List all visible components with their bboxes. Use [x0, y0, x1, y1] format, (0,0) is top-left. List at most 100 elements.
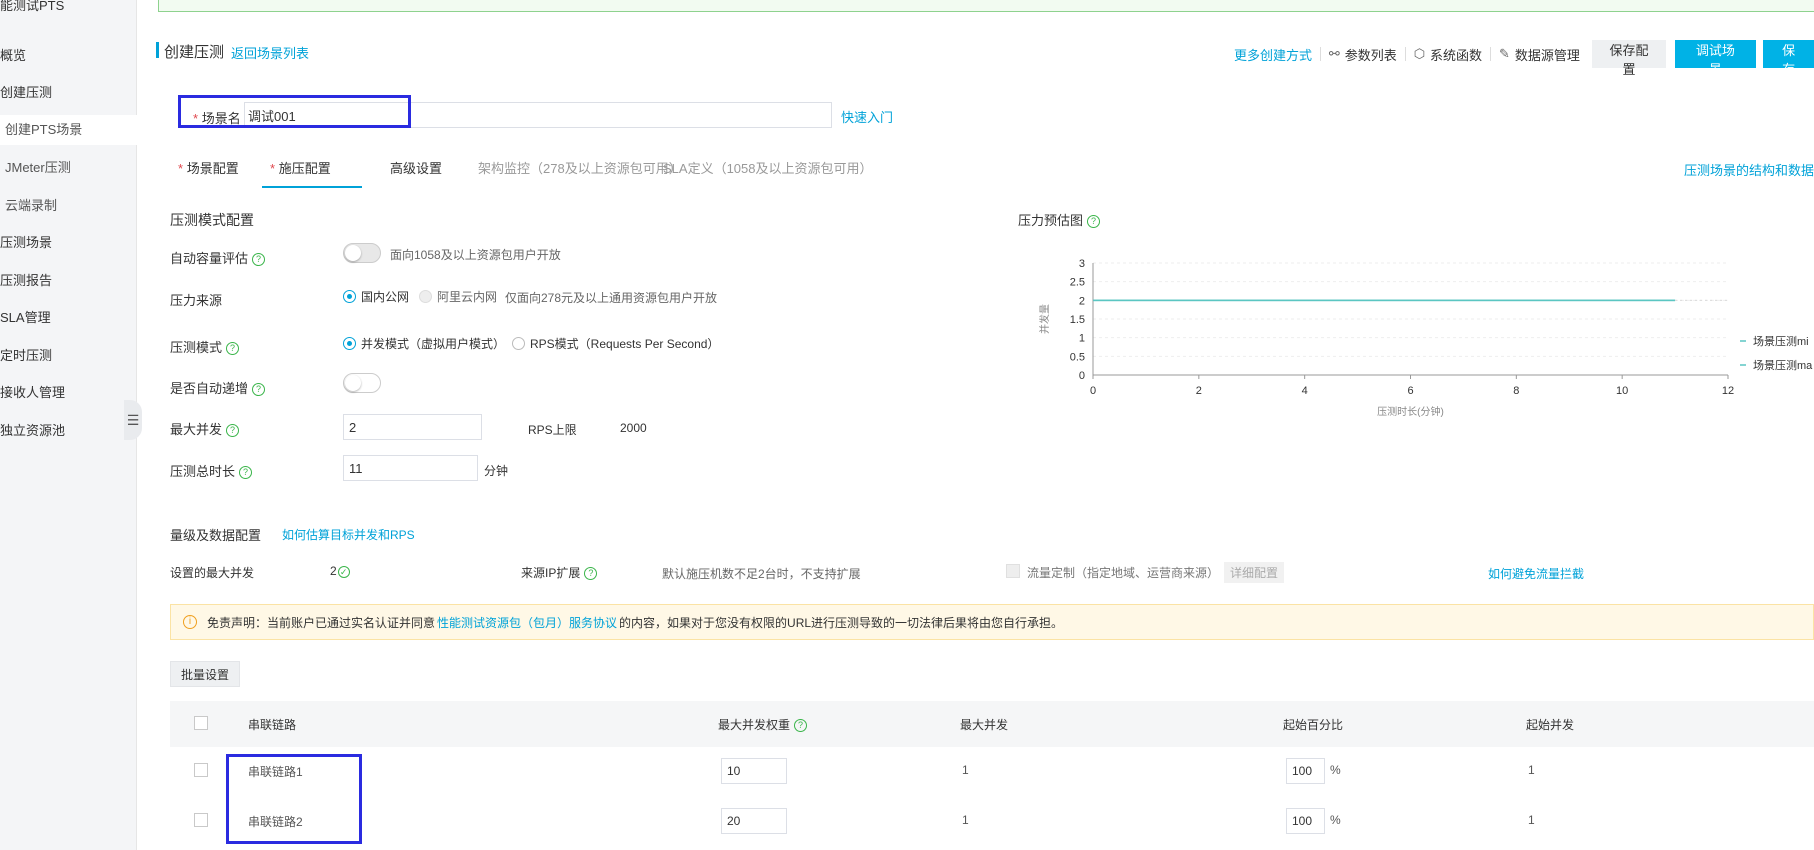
ip-extension-label-text: 来源IP扩展 [521, 566, 581, 580]
datasource-management-button[interactable]: ✎ 数据源管理 [1499, 45, 1580, 64]
required-asterisk: * [270, 161, 276, 176]
radio-rps-mode[interactable]: RPS模式（Requests Per Second） [512, 335, 719, 352]
x-axis-label: 压测时长(分钟) [1377, 405, 1444, 418]
radio-concurrency-mode[interactable]: 并发模式（虚拟用户模式） [343, 335, 505, 352]
toggle-knob [345, 245, 361, 261]
datasource-management-label: 数据源管理 [1514, 47, 1580, 63]
row-checkbox[interactable] [194, 763, 208, 777]
pressure-mode-section-title: 压测模式配置 [170, 212, 254, 228]
flow-custom-checkbox[interactable] [1006, 564, 1020, 578]
save-and-start-button[interactable]: 保存 [1763, 40, 1814, 77]
max-concurrency-label: 最大并发? [170, 419, 240, 438]
pressure-source-label: 压力来源 [170, 293, 223, 308]
y-tick-label: 2.5 [1070, 277, 1085, 289]
radio-aliyun-intranet-label: 阿里云内网 [437, 290, 498, 304]
sidebar-item-create-test[interactable]: 创建压测 [0, 78, 137, 108]
radio-concurrency-mode-label: 并发模式（虚拟用户模式） [361, 337, 506, 351]
pressure-estimate-chart: 0 0.5 1 1.5 2 2.5 3 0 2 4 6 8 10 12 压测时长(分钟) 并发量 场景压测mi 场… [1018, 240, 1814, 440]
duration-label-text: 压测总时长 [170, 464, 236, 479]
toolbar-divider [1320, 47, 1321, 61]
weight-input[interactable] [721, 808, 787, 834]
disclaimer-prefix: 免责声明：当前账户已通过实名认证并同意 [207, 615, 436, 630]
sidebar-item-scheduled[interactable]: 定时压测 [0, 341, 137, 371]
y-tick-label: 0.5 [1070, 351, 1085, 363]
tab-architecture-monitor[interactable]: 架构监控（278及以上资源包可用） [478, 158, 682, 177]
help-icon[interactable]: ? [584, 567, 598, 580]
auto-increase-toggle[interactable] [343, 373, 381, 393]
x-tick-label: 4 [1302, 385, 1308, 397]
pressure-source-note: 仅面向278元及以上通用资源包用户开放 [505, 291, 718, 305]
scene-structure-link[interactable]: 压测场景的结构和数据 [1684, 160, 1814, 179]
sidebar-item-overview[interactable]: 概览 [0, 41, 137, 71]
auto-capacity-label: 自动容量评估? [170, 248, 266, 267]
avoid-traffic-block-link[interactable]: 如何避免流量拦截 [1488, 565, 1584, 582]
sidebar: 能测试PTS 概览 创建压测 创建PTS场景 JMeter压测 云端录制 压测场… [0, 0, 137, 850]
select-all-checkbox[interactable] [194, 716, 208, 730]
help-icon[interactable]: ? [252, 383, 266, 396]
radio-dot [343, 337, 356, 350]
row-checkbox[interactable] [194, 813, 208, 827]
rps-limit-value: 2000 [620, 421, 647, 435]
tab-scene-config[interactable]: * 场景配置 [178, 158, 239, 177]
ip-extension-note: 默认施压机数不足2台时，不支持扩展 [662, 567, 861, 581]
system-function-label: 系统函数 [1430, 47, 1483, 63]
x-tick-label: 12 [1722, 385, 1734, 397]
toolbar-divider [1490, 47, 1491, 61]
sidebar-item-cloud-record[interactable]: 云端录制 [0, 191, 137, 221]
volume-section-title: 量级及数据配置 [170, 528, 262, 543]
help-icon[interactable]: ? [1087, 215, 1101, 228]
menu-collapse-icon[interactable]: ☰ [124, 400, 142, 440]
max-value: 1 [962, 813, 969, 827]
sidebar-item-reports[interactable]: 压测报告 [0, 266, 137, 296]
radio-rps-mode-label: RPS模式（Requests Per Second） [530, 337, 720, 351]
help-icon[interactable]: ? [226, 342, 240, 355]
disclaimer-suffix: 的内容，如果对于您没有权限的URL进行压测导致的一切法律后果将由您自行承担。 [619, 615, 1064, 630]
x-tick-label: 8 [1513, 385, 1519, 397]
test-mode-label-text: 压测模式 [170, 340, 223, 355]
help-icon[interactable]: ? [239, 466, 253, 479]
batch-settings-button[interactable]: 批量设置 [170, 661, 241, 687]
sidebar-item-resource-pool[interactable]: 独立资源池 [0, 416, 137, 446]
sidebar-item-create-pts-scene[interactable]: 创建PTS场景 [0, 115, 137, 145]
tab-pressure-config-label: 施压配置 [278, 161, 331, 176]
service-agreement-link[interactable]: 性能测试资源包（包月）服务协议 [437, 614, 617, 631]
duration-input[interactable] [343, 455, 478, 481]
sidebar-item-jmeter[interactable]: JMeter压测 [0, 153, 137, 183]
detail-config-button[interactable]: 详细配置 [1224, 562, 1285, 583]
sidebar-item-sla[interactable]: SLA管理 [0, 303, 137, 333]
help-icon[interactable]: ? [226, 424, 240, 437]
max-concurrency-input[interactable] [343, 414, 482, 440]
y-tick-label: 2 [1079, 295, 1085, 307]
cube-icon: ⬡ [1413, 46, 1426, 61]
tab-pressure-config[interactable]: * 施压配置 [262, 158, 362, 188]
test-mode-label: 压测模式? [170, 337, 240, 356]
radio-public-network[interactable]: 国内公网 [343, 288, 409, 305]
param-list-button[interactable]: ⚯ 参数列表 [1329, 45, 1397, 64]
more-create-methods-link[interactable]: 更多创建方式 [1234, 45, 1312, 64]
radio-public-network-label: 国内公网 [361, 290, 410, 304]
auto-capacity-toggle[interactable] [343, 243, 381, 263]
debug-scene-button[interactable]: 调试场景 [1674, 40, 1757, 77]
sidebar-item-scenes[interactable]: 压测场景 [0, 228, 137, 258]
weight-input[interactable] [721, 758, 787, 784]
y-tick-label: 0 [1079, 370, 1085, 382]
save-config-button[interactable]: 保存配置 [1592, 40, 1666, 77]
back-to-scene-list-link[interactable]: 返回场景列表 [231, 43, 309, 62]
start-pct-input[interactable] [1286, 758, 1325, 784]
x-tick-label: 6 [1407, 385, 1413, 397]
radio-aliyun-intranet[interactable]: 阿里云内网 [419, 288, 497, 305]
system-function-button[interactable]: ⬡ 系统函数 [1414, 45, 1482, 64]
config-tabs: * 场景配置 * 施压配置 高级设置 架构监控（278及以上资源包可用） SLA… [170, 150, 1814, 188]
help-icon[interactable]: ? [252, 253, 266, 266]
sidebar-item-recipients[interactable]: 接收人管理 [0, 378, 137, 408]
help-icon[interactable]: ? [794, 719, 808, 732]
max-concurrency-label-text: 最大并发 [170, 422, 223, 437]
rps-limit-label: RPS上限 [528, 423, 577, 437]
tab-advanced-settings[interactable]: 高级设置 [390, 158, 442, 177]
pct-unit: % [1330, 763, 1341, 777]
estimate-help-link[interactable]: 如何估算目标并发和RPS [282, 526, 415, 543]
tab-sla-definition[interactable]: SLA定义（1058及以上资源包可用） [663, 158, 873, 177]
start-pct-input[interactable] [1286, 808, 1325, 834]
y-tick-label: 1 [1079, 333, 1085, 345]
quick-start-link[interactable]: 快速入门 [841, 107, 893, 126]
